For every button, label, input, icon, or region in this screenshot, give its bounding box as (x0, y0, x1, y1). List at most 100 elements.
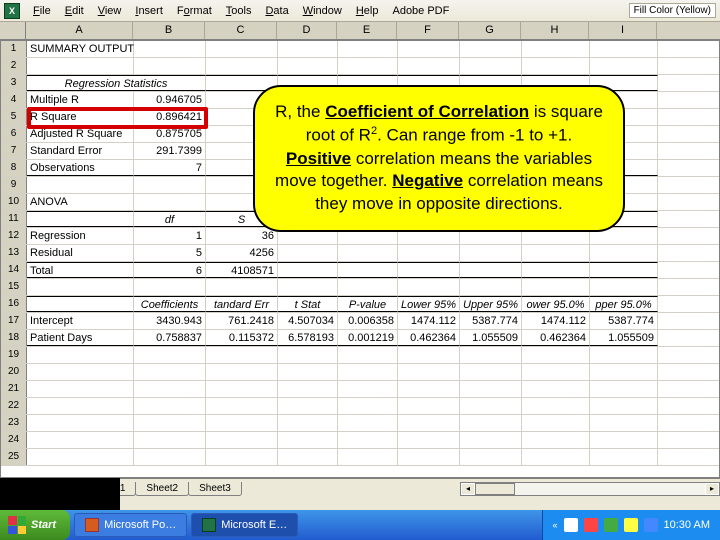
cell-E14[interactable] (338, 262, 398, 278)
cell-D19[interactable] (278, 347, 338, 363)
cell-E13[interactable] (338, 245, 398, 261)
menu-tools[interactable]: Tools (219, 3, 259, 19)
cell-B1[interactable] (134, 41, 206, 57)
cell-A24[interactable] (27, 432, 134, 448)
cell-C15[interactable] (206, 279, 278, 295)
cell-I25[interactable] (590, 449, 658, 465)
cell-B22[interactable] (134, 398, 206, 414)
row-header[interactable]: 22 (1, 398, 27, 414)
cell-B15[interactable] (134, 279, 206, 295)
cell-B14[interactable]: 6 (134, 262, 206, 278)
cell-D21[interactable] (278, 381, 338, 397)
row-header[interactable]: 18 (1, 330, 27, 346)
cell-B7[interactable]: 291.7399 (134, 143, 206, 159)
cell-C16[interactable]: tandard Err (206, 296, 278, 312)
tray-icon[interactable] (564, 518, 578, 532)
cell-F24[interactable] (398, 432, 460, 448)
cell-G14[interactable] (460, 262, 522, 278)
cell-A12[interactable]: Regression (27, 228, 134, 244)
cell-A23[interactable] (27, 415, 134, 431)
cell-E22[interactable] (338, 398, 398, 414)
cell-A22[interactable] (27, 398, 134, 414)
cell-H24[interactable] (522, 432, 590, 448)
menu-view[interactable]: View (91, 3, 129, 19)
row-header[interactable]: 25 (1, 449, 27, 465)
cell-B19[interactable] (134, 347, 206, 363)
cell-C23[interactable] (206, 415, 278, 431)
cell-D13[interactable] (278, 245, 338, 261)
cell-F16[interactable]: Lower 95% (398, 296, 460, 312)
tray-icon[interactable] (604, 518, 618, 532)
row-header[interactable]: 4 (1, 92, 27, 108)
cell-B13[interactable]: 5 (134, 245, 206, 261)
row-header[interactable]: 13 (1, 245, 27, 261)
cell-E23[interactable] (338, 415, 398, 431)
cell-C2[interactable] (206, 58, 278, 74)
tray-icon[interactable] (584, 518, 598, 532)
row-header[interactable]: 1 (1, 41, 27, 57)
col-header-A[interactable]: A (26, 22, 133, 39)
cell-D23[interactable] (278, 415, 338, 431)
col-header-D[interactable]: D (277, 22, 337, 39)
cell-B21[interactable] (134, 381, 206, 397)
cell-C20[interactable] (206, 364, 278, 380)
tray-icon[interactable] (644, 518, 658, 532)
cell-A15[interactable] (27, 279, 134, 295)
cell-D18[interactable]: 6.578193 (278, 330, 338, 346)
cell-I22[interactable] (590, 398, 658, 414)
cell-H2[interactable] (522, 58, 590, 74)
spreadsheet-grid[interactable]: 1SUMMARY OUTPUT23Regression Statistics4M… (0, 40, 720, 478)
cell-I16[interactable]: pper 95.0% (590, 296, 658, 312)
row-header[interactable]: 16 (1, 296, 27, 312)
cell-F13[interactable] (398, 245, 460, 261)
cell-G16[interactable]: Upper 95% (460, 296, 522, 312)
cell-C17[interactable]: 761.2418 (206, 313, 278, 329)
cell-A14[interactable]: Total (27, 262, 134, 278)
cell-E16[interactable]: P-value (338, 296, 398, 312)
cell-E15[interactable] (338, 279, 398, 295)
menu-file[interactable]: File (26, 3, 58, 19)
cell-C22[interactable] (206, 398, 278, 414)
cell-E19[interactable] (338, 347, 398, 363)
row-header[interactable]: 7 (1, 143, 27, 159)
cell-I23[interactable] (590, 415, 658, 431)
cell-F23[interactable] (398, 415, 460, 431)
cell-A16[interactable] (27, 296, 134, 312)
menu-adobe-pdf[interactable]: Adobe PDF (385, 3, 456, 19)
cell-F25[interactable] (398, 449, 460, 465)
cell-H18[interactable]: 0.462364 (522, 330, 590, 346)
cell-H20[interactable] (522, 364, 590, 380)
cell-F19[interactable] (398, 347, 460, 363)
cell-G24[interactable] (460, 432, 522, 448)
row-header[interactable]: 3 (1, 75, 27, 91)
col-header-G[interactable]: G (459, 22, 521, 39)
cell-B12[interactable]: 1 (134, 228, 206, 244)
cell-I14[interactable] (590, 262, 658, 278)
cell-C24[interactable] (206, 432, 278, 448)
cell-H25[interactable] (522, 449, 590, 465)
cell-E2[interactable] (338, 58, 398, 74)
tray-expand[interactable]: « (553, 520, 558, 530)
cell-B2[interactable] (134, 58, 206, 74)
cell-A4[interactable]: Multiple R (27, 92, 134, 108)
cell-H23[interactable] (522, 415, 590, 431)
scroll-right[interactable]: ▸ (705, 483, 719, 495)
tray-icon[interactable] (624, 518, 638, 532)
cell-A8[interactable]: Observations (27, 160, 134, 176)
row-header[interactable]: 9 (1, 177, 27, 193)
cell-F1[interactable] (398, 41, 460, 57)
menu-help[interactable]: Help (349, 3, 386, 19)
cell-B4[interactable]: 0.946705 (134, 92, 206, 108)
cell-B17[interactable]: 3430.943 (134, 313, 206, 329)
cell-F15[interactable] (398, 279, 460, 295)
cell-F17[interactable]: 1474.112 (398, 313, 460, 329)
cell-E24[interactable] (338, 432, 398, 448)
cell-A9[interactable] (27, 177, 134, 193)
cell-H22[interactable] (522, 398, 590, 414)
row-header[interactable]: 10 (1, 194, 27, 210)
cell-H13[interactable] (522, 245, 590, 261)
cell-A17[interactable]: Intercept (27, 313, 134, 329)
row-header[interactable]: 2 (1, 58, 27, 74)
system-tray[interactable]: « 10:30 AM (542, 510, 720, 540)
cell-F21[interactable] (398, 381, 460, 397)
